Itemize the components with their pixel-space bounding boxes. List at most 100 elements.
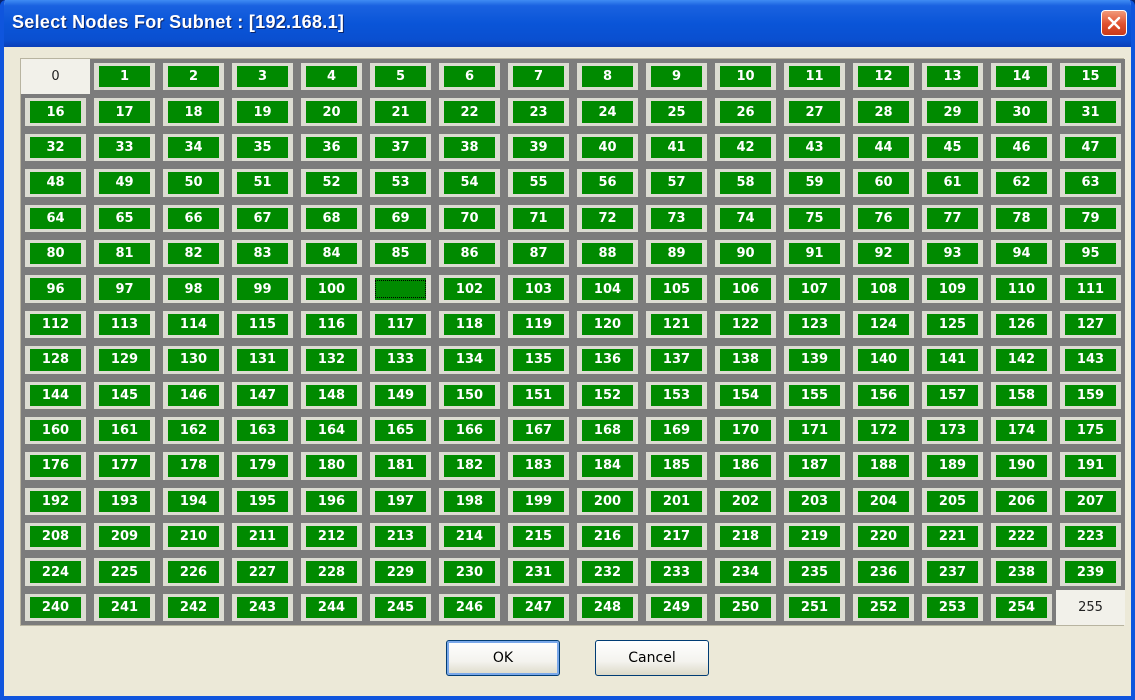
node-button[interactable]: 179 — [232, 452, 293, 480]
node-button[interactable]: 58 — [715, 169, 776, 197]
node-button[interactable]: 115 — [232, 310, 293, 339]
node-cell[interactable]: 38 — [435, 129, 504, 166]
node-cell[interactable]: 28 — [849, 94, 918, 130]
node-cell[interactable]: 209 — [90, 519, 159, 555]
node-cell[interactable]: 58 — [711, 165, 780, 201]
node-cell[interactable]: 177 — [90, 448, 159, 484]
node-button[interactable]: 123 — [784, 310, 845, 339]
node-button[interactable]: 41 — [646, 133, 707, 162]
node-cell[interactable]: 87 — [504, 235, 573, 272]
node-button[interactable]: 225 — [94, 558, 155, 586]
node-cell[interactable]: 179 — [228, 448, 297, 484]
node-cell[interactable]: 52 — [297, 165, 366, 201]
node-cell[interactable]: 13 — [918, 59, 987, 95]
node-cell[interactable]: 184 — [573, 448, 642, 484]
node-cell[interactable]: 144 — [21, 377, 90, 413]
node-button[interactable]: 180 — [301, 452, 362, 480]
node-cell[interactable]: 107 — [780, 271, 849, 307]
node-button[interactable]: 125 — [922, 310, 983, 339]
node-cell[interactable]: 6 — [435, 59, 504, 95]
node-cell[interactable]: 39 — [504, 129, 573, 166]
node-button[interactable]: 228 — [301, 558, 362, 586]
node-cell[interactable]: 33 — [90, 129, 159, 166]
node-cell[interactable]: 185 — [642, 448, 711, 484]
node-cell[interactable]: 16 — [21, 94, 90, 130]
node-cell[interactable]: 195 — [228, 483, 297, 520]
node-button[interactable]: 253 — [922, 593, 983, 622]
node-cell[interactable]: 148 — [297, 377, 366, 413]
node-cell[interactable]: 149 — [366, 377, 435, 413]
node-cell[interactable]: 197 — [366, 483, 435, 520]
node-button[interactable]: 100 — [301, 275, 362, 303]
node-button[interactable]: 92 — [853, 239, 914, 268]
cancel-button[interactable]: Cancel — [595, 640, 709, 676]
node-button[interactable]: 172 — [853, 416, 914, 445]
node-cell[interactable]: 175 — [1056, 412, 1125, 449]
node-button[interactable]: 143 — [1060, 346, 1121, 374]
node-button[interactable]: 233 — [646, 558, 707, 586]
node-cell[interactable]: 213 — [366, 519, 435, 555]
node-cell[interactable]: 240 — [21, 589, 90, 626]
node-button[interactable]: 237 — [922, 558, 983, 586]
node-button[interactable]: 214 — [439, 523, 500, 551]
node-button[interactable]: 0 — [25, 63, 86, 90]
node-button[interactable]: 111 — [1060, 275, 1121, 303]
node-cell[interactable]: 42 — [711, 129, 780, 166]
node-cell[interactable]: 203 — [780, 483, 849, 520]
node-cell[interactable]: 122 — [711, 306, 780, 343]
node-cell[interactable]: 229 — [366, 554, 435, 590]
node-cell[interactable]: 126 — [987, 306, 1056, 343]
node-cell[interactable]: 166 — [435, 412, 504, 449]
node-button[interactable]: 48 — [25, 169, 86, 197]
node-cell[interactable]: 22 — [435, 94, 504, 130]
node-cell[interactable]: 244 — [297, 589, 366, 626]
node-button[interactable]: 168 — [577, 416, 638, 445]
node-cell[interactable]: 178 — [159, 448, 228, 484]
node-cell[interactable]: 64 — [21, 200, 90, 236]
node-button[interactable]: 104 — [577, 275, 638, 303]
node-button[interactable]: 38 — [439, 133, 500, 162]
node-button[interactable]: 202 — [715, 487, 776, 516]
node-cell[interactable]: 183 — [504, 448, 573, 484]
node-cell[interactable]: 105 — [642, 271, 711, 307]
node-cell[interactable]: 47 — [1056, 129, 1125, 166]
node-cell[interactable]: 228 — [297, 554, 366, 590]
node-cell[interactable]: 46 — [987, 129, 1056, 166]
node-button[interactable]: 83 — [232, 239, 293, 268]
node-cell[interactable]: 44 — [849, 129, 918, 166]
node-button[interactable]: 186 — [715, 452, 776, 480]
node-cell[interactable]: 227 — [228, 554, 297, 590]
node-button[interactable]: 62 — [991, 169, 1052, 197]
node-cell[interactable]: 79 — [1056, 200, 1125, 236]
node-button[interactable]: 217 — [646, 523, 707, 551]
node-cell[interactable]: 54 — [435, 165, 504, 201]
node-button[interactable]: 122 — [715, 310, 776, 339]
node-cell[interactable]: 110 — [987, 271, 1056, 307]
node-button[interactable]: 234 — [715, 558, 776, 586]
node-cell[interactable]: 102 — [435, 271, 504, 307]
node-button[interactable]: 128 — [25, 346, 86, 374]
node-button[interactable]: 240 — [25, 593, 86, 622]
node-button[interactable]: 18 — [163, 98, 224, 126]
node-cell[interactable]: 43 — [780, 129, 849, 166]
node-cell[interactable]: 137 — [642, 342, 711, 378]
node-button[interactable]: 182 — [439, 452, 500, 480]
node-cell[interactable]: 153 — [642, 377, 711, 413]
node-button[interactable]: 227 — [232, 558, 293, 586]
node-cell[interactable]: 65 — [90, 200, 159, 236]
node-cell[interactable]: 74 — [711, 200, 780, 236]
node-cell[interactable]: 154 — [711, 377, 780, 413]
node-button[interactable]: 120 — [577, 310, 638, 339]
node-button[interactable]: 22 — [439, 98, 500, 126]
node-button[interactable]: 80 — [25, 239, 86, 268]
node-cell[interactable]: 161 — [90, 412, 159, 449]
node-cell[interactable]: 67 — [228, 200, 297, 236]
node-cell[interactable]: 192 — [21, 483, 90, 520]
node-cell[interactable]: 247 — [504, 589, 573, 626]
node-cell[interactable]: 143 — [1056, 342, 1125, 378]
node-cell[interactable]: 57 — [642, 165, 711, 201]
node-cell[interactable]: 202 — [711, 483, 780, 520]
node-button[interactable]: 98 — [163, 275, 224, 303]
node-button[interactable]: 188 — [853, 452, 914, 480]
node-button[interactable]: 218 — [715, 523, 776, 551]
